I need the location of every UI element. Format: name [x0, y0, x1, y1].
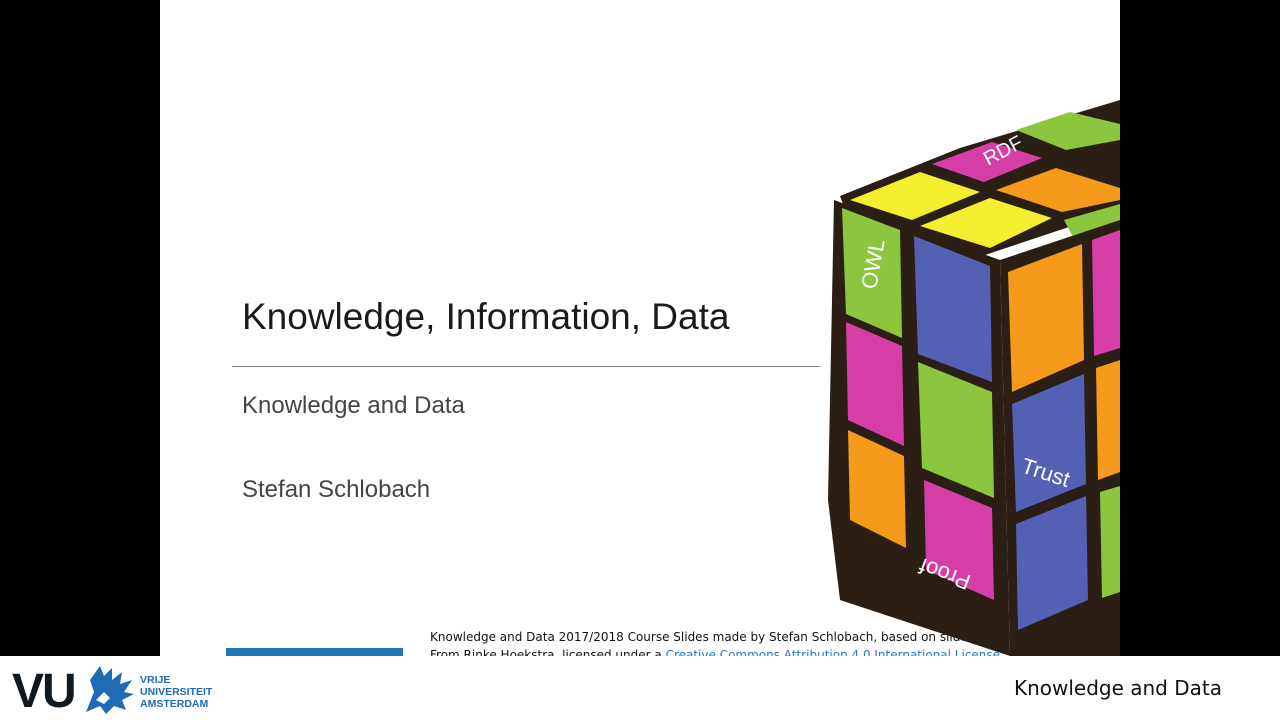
university-line-1: VRIJE	[140, 674, 171, 686]
university-line-3: AMSTERDAM	[140, 698, 209, 710]
slide: Knowledge, Information, Data Knowledge a…	[160, 0, 1120, 656]
griffin-icon	[86, 666, 134, 714]
rubiks-cube-svg: RDF OWL Proof Trust	[828, 100, 1120, 656]
slide-author: Stefan Schlobach	[242, 476, 431, 503]
rubiks-cube-image: RDF OWL Proof Trust	[820, 100, 1120, 656]
slide-title: Knowledge, Information, Data	[242, 296, 730, 337]
slide-subtitle: Knowledge and Data	[242, 392, 465, 419]
cc-license-badge	[226, 648, 403, 656]
university-name: VRIJE UNIVERSITEIT AMSTERDAM	[140, 674, 212, 710]
credits-line-2-prefix: From Rinke Hoekstra, licensed under a	[430, 648, 666, 656]
right-sticker-green-2	[1100, 486, 1120, 598]
title-divider	[232, 366, 820, 367]
footer-course-title: Knowledge and Data	[1013, 676, 1222, 700]
vu-logo-letters: VU	[12, 665, 77, 718]
right-sticker-magenta-1	[1092, 230, 1120, 356]
right-sticker-orange-2	[1096, 360, 1120, 480]
university-line-2: UNIVERSITEIT	[140, 686, 213, 698]
vu-logo: VU VRIJE UNIVERSITEIT AMSTERDAM	[12, 660, 232, 718]
footer-bar: VU VRIJE UNIVERSITEIT AMSTERDAM Knowledg…	[0, 656, 1280, 720]
